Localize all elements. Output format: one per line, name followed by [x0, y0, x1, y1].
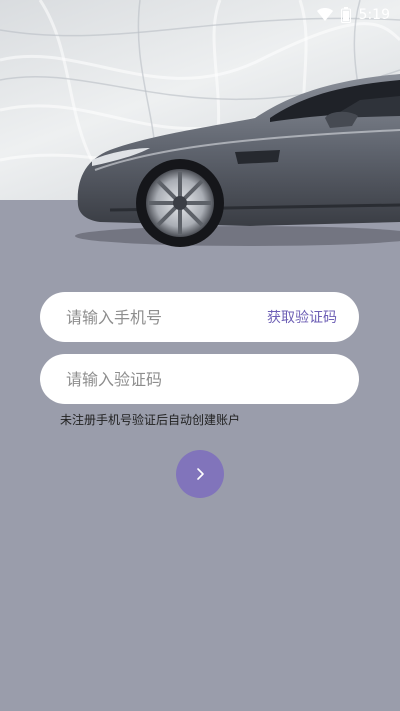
hero-banner	[0, 0, 400, 260]
chevron-right-icon	[197, 468, 204, 480]
phone-field: 获取验证码	[40, 292, 359, 342]
code-field	[40, 354, 359, 404]
status-time: 5:19	[358, 7, 390, 23]
phone-input[interactable]	[66, 302, 267, 332]
wifi-icon	[316, 8, 333, 21]
next-button[interactable]	[176, 450, 224, 498]
battery-icon	[340, 7, 351, 23]
get-code-button[interactable]: 获取验证码	[267, 307, 337, 327]
verification-code-input[interactable]	[66, 364, 337, 394]
status-bar: 5:19	[0, 0, 400, 30]
auto-register-hint: 未注册手机号验证后自动创建账户	[60, 413, 241, 427]
sports-car-image	[75, 74, 400, 247]
